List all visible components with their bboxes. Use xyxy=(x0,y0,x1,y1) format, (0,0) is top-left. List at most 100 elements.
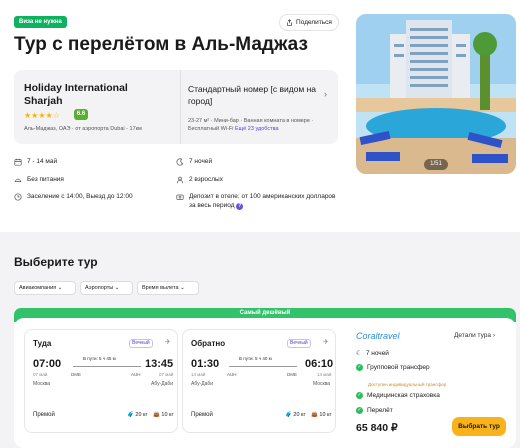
feature-dates: 7 - 14 май xyxy=(14,157,57,166)
more-amenities-link[interactable]: Ещё 23 удобства xyxy=(235,126,279,132)
filter-airline[interactable]: Авиакомпания ⌄ xyxy=(14,281,76,295)
feature-food: Без питания xyxy=(14,175,64,184)
hand-luggage-info: 👜 10 кг xyxy=(311,412,331,418)
room-name[interactable]: Стандартный номер [с видом на город] xyxy=(188,83,326,107)
filter-departure-time[interactable]: Время вылета ⌄ xyxy=(137,281,199,295)
feature-checkin-text: Заселение с 14:00, Выезд до 12:00 xyxy=(27,193,133,200)
flight-line xyxy=(73,366,141,367)
flight-line xyxy=(229,366,297,367)
feature-deposit: Депозит в отеле: от 100 американских дол… xyxy=(176,192,336,210)
hotel-info-card: Holiday International Sharjah ★★★★☆ 6.6 … xyxy=(14,70,338,144)
baggage-icon: 🧳 xyxy=(285,412,292,418)
departure-airport-code: AUH xyxy=(227,372,237,377)
chevron-right-icon[interactable]: › xyxy=(324,89,327,99)
food-icon xyxy=(14,177,22,182)
help-icon[interactable]: ? xyxy=(236,203,244,210)
select-tour-button[interactable]: Выбрать тур xyxy=(452,417,506,436)
outbound-leg[interactable]: Туда Вечный ✈ 07:00 07 май Москва В пути… xyxy=(24,329,178,433)
departure-date: 07 май xyxy=(33,372,48,377)
arrival-city: Абу-Даби xyxy=(151,381,174,387)
moon-icon xyxy=(176,157,184,165)
room-features: 23-27 м² · Мини-бар · Ванная комната в н… xyxy=(188,117,336,133)
tour-details-link[interactable]: Детали тура › xyxy=(454,332,495,339)
departure-date: 14 май xyxy=(191,372,206,377)
summary-nights: ☾ 7 ночей xyxy=(356,349,389,358)
flight-tag: Вечный xyxy=(287,339,311,348)
baggage-weight: 20 кг xyxy=(293,412,306,418)
hotel-photo-image xyxy=(356,14,516,174)
check-icon: ✓ xyxy=(356,364,363,371)
bag-icon: 👜 xyxy=(153,412,160,418)
chevron-down-icon: ⌄ xyxy=(57,285,63,291)
feature-checkin: Заселение с 14:00, Выезд до 12:00 xyxy=(14,192,133,201)
chevron-right-icon: › xyxy=(492,332,495,339)
tour-card: Туда Вечный ✈ 07:00 07 май Москва В пути… xyxy=(14,318,516,448)
arrival-time: 13:45 xyxy=(145,358,174,370)
filter-airports[interactable]: Аэропорты ⌄ xyxy=(80,281,133,295)
guests-icon xyxy=(176,176,184,183)
flight-tag: Вечный xyxy=(129,339,153,348)
airline-icon: ✈ xyxy=(165,339,171,346)
baggage-info: 🧳 20 кг xyxy=(285,412,305,418)
hand-luggage-info: 👜 10 кг xyxy=(153,412,173,418)
feature-guests-text: 2 взрослых xyxy=(189,176,223,183)
summary-nights-text: 7 ночей xyxy=(365,349,389,357)
tour-price: 65 840 ₽ xyxy=(356,422,398,434)
summary-flight: ✓ Перелёт xyxy=(356,407,393,414)
filter-time-label: Время вылета xyxy=(142,285,179,291)
share-button[interactable]: Поделиться xyxy=(279,14,339,31)
flight-duration: В пути: 5 ч 45 м xyxy=(83,356,116,361)
hotel-location: Аль-Маджаз, ОАЭ · от аэропорта Dubai - 1… xyxy=(24,126,142,132)
baggage-icon: 🧳 xyxy=(127,412,134,418)
rating-badge: 6.6 xyxy=(74,109,88,120)
bag-icon: 👜 xyxy=(311,412,318,418)
tour-summary: Coraltravel Детали тура › ☾ 7 ночей ✓ Груп… xyxy=(356,329,506,439)
hotel-name[interactable]: Holiday International Sharjah xyxy=(24,82,164,108)
arrival-city: Москва xyxy=(313,381,331,387)
fare-class: Премой xyxy=(191,412,213,418)
arrival-date: 14 май xyxy=(317,372,332,377)
calendar-icon xyxy=(14,158,22,166)
departure-time: 07:00 xyxy=(33,358,62,370)
hotel-stars: ★★★★☆ xyxy=(24,111,60,120)
filter-airline-label: Авиакомпания xyxy=(19,285,57,291)
baggage-info: 🧳 20 кг xyxy=(127,412,147,418)
departure-city: Абу-Даби xyxy=(191,381,214,387)
feature-dates-text: 7 - 14 май xyxy=(27,158,58,165)
check-icon: ✓ xyxy=(356,392,363,399)
insurance-text: Медицинская страховка xyxy=(367,392,440,399)
departure-time: 01:30 xyxy=(191,358,220,370)
clock-icon xyxy=(14,192,22,201)
check-icon: ✓ xyxy=(356,407,363,414)
summary-transfer: ✓ Групповой трансфер xyxy=(356,364,430,371)
inbound-leg[interactable]: Обратно Вечный ✈ 01:30 14 май Абу-Даби В… xyxy=(182,329,336,433)
tour-details-label: Детали тура xyxy=(454,332,492,339)
fare-class: Премой xyxy=(33,412,55,418)
departure-airport-code: DME xyxy=(71,372,81,377)
card-divider xyxy=(180,70,181,144)
baggage-weight: 20 кг xyxy=(135,412,148,418)
feature-food-text: Без питания xyxy=(27,176,64,183)
arrival-airport-code: AUH xyxy=(131,372,141,377)
chevron-down-icon: ⌄ xyxy=(114,285,120,291)
filter-airports-label: Аэропорты xyxy=(85,285,114,291)
departure-city: Москва xyxy=(33,381,51,387)
arrival-date: 07 май xyxy=(159,372,174,377)
photo-counter: 1/51 xyxy=(424,159,448,170)
airline-icon: ✈ xyxy=(323,339,329,346)
hand-luggage-weight: 10 кг xyxy=(161,412,174,418)
deposit-icon xyxy=(176,194,184,200)
hotel-photo[interactable]: 1/51 xyxy=(356,14,516,174)
arrival-time: 06:10 xyxy=(305,358,334,370)
hand-luggage-weight: 10 кг xyxy=(319,412,332,418)
chevron-down-icon: ⌄ xyxy=(180,285,185,291)
hotel-header: Виза не нужна Тур с перелётом в Аль-Мадж… xyxy=(0,0,520,232)
visa-badge: Виза не нужна xyxy=(14,16,67,28)
transfer-note: Доступен индивидуальный трансфер xyxy=(368,382,447,387)
summary-insurance: ✓ Медицинская страховка xyxy=(356,392,440,399)
feature-deposit-text: Депозит в отеле: от 100 американских дол… xyxy=(189,192,336,210)
moon-icon: ☾ xyxy=(356,350,362,357)
arrival-airport-code: DME xyxy=(287,372,297,377)
feature-nights-text: 7 ночей xyxy=(189,158,213,165)
inbound-title: Обратно xyxy=(191,339,226,348)
